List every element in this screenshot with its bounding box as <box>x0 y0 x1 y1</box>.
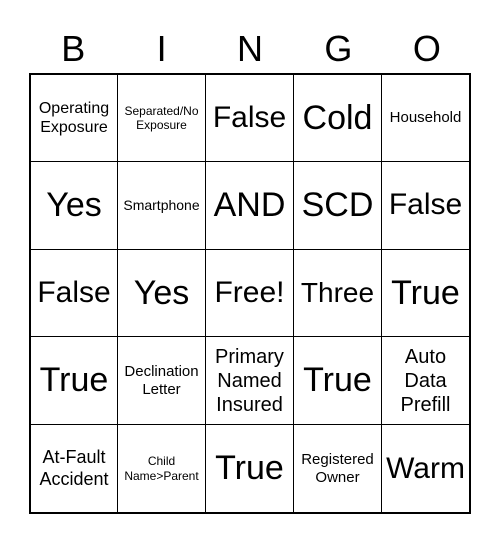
header-letter-n: N <box>237 28 264 69</box>
bingo-cell[interactable]: Child Name>Parent <box>117 424 206 513</box>
bingo-cell[interactable]: Smartphone <box>117 160 206 250</box>
bingo-cell[interactable]: Auto Data Prefill <box>381 336 470 426</box>
bingo-cell[interactable]: False <box>30 248 118 338</box>
bingo-cell[interactable]: True <box>293 336 382 426</box>
bingo-cell[interactable]: Household <box>381 74 470 162</box>
bingo-cell[interactable]: Primary Named Insured <box>205 336 294 426</box>
bingo-cell[interactable]: False <box>381 160 470 250</box>
bingo-cell[interactable]: Warm <box>381 424 470 513</box>
header-letter-i: I <box>156 28 167 69</box>
bingo-cell[interactable]: SCD <box>293 160 382 250</box>
bingo-cell[interactable]: Three <box>293 248 382 338</box>
header-letter-b: B <box>61 28 86 69</box>
bingo-cell[interactable]: Operating Exposure <box>30 74 118 162</box>
bingo-cell[interactable]: At-Fault Accident <box>30 424 118 513</box>
bingo-cell[interactable]: Separated/No Exposure <box>117 74 206 162</box>
header-letter-g: G <box>324 28 353 69</box>
bingo-cell[interactable]: AND <box>205 160 294 250</box>
free-space-cell[interactable]: Free! <box>205 248 294 338</box>
header-letter-o: O <box>412 28 441 69</box>
bingo-cell[interactable]: False <box>205 74 294 162</box>
bingo-header: B I N G O <box>29 26 471 72</box>
bingo-cell[interactable]: Yes <box>117 248 206 338</box>
bingo-cell[interactable]: True <box>381 248 470 338</box>
bingo-cell[interactable]: Registered Owner <box>293 424 382 513</box>
bingo-grid: Operating Exposure Separated/No Exposure… <box>29 73 471 514</box>
bingo-cell[interactable]: True <box>205 424 294 513</box>
bingo-cell[interactable]: Cold <box>293 74 382 162</box>
bingo-cell[interactable]: Yes <box>30 160 118 250</box>
bingo-cell[interactable]: True <box>30 336 118 426</box>
bingo-cell[interactable]: Declination Letter <box>117 336 206 426</box>
